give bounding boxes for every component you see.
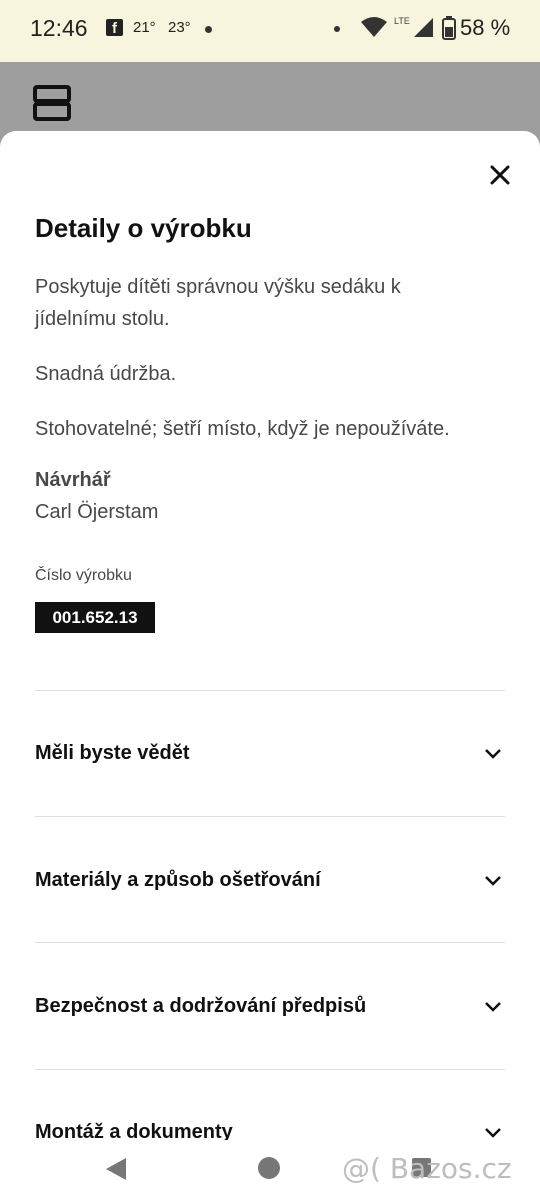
notification-dot-icon [205, 26, 212, 33]
notification-dot-icon [334, 26, 340, 32]
storage-icon [33, 85, 71, 121]
chevron-down-icon [485, 1128, 501, 1138]
divider [35, 1069, 505, 1070]
accordion-label: Měli byste vědět [35, 741, 190, 764]
divider [35, 690, 505, 691]
product-details-sheet: Detaily o výrobku Poskytuje dítěti správ… [0, 131, 540, 1140]
divider [35, 816, 505, 817]
article-number-badge: 001.652.13 [35, 602, 155, 633]
article-number-label: Číslo výrobku [35, 567, 132, 584]
temperature-2: 23° [168, 19, 191, 36]
sheet-title: Detaily o výrobku [35, 213, 252, 243]
battery-icon [442, 16, 456, 40]
battery-percent: 58 % [460, 15, 511, 40]
system-navigation-bar: @( Bazos.cz [0, 1140, 540, 1200]
accordion-label: Montáž a dokumenty [35, 1120, 233, 1141]
accordion-safety-compliance[interactable]: Bezpečnost a dodržování předpisů [35, 976, 505, 1036]
accordion-label: Bezpečnost a dodržování předpisů [35, 994, 367, 1017]
accordion-assembly-documents[interactable]: Montáž a dokumenty [35, 1102, 505, 1140]
chevron-down-icon [485, 749, 501, 759]
accordion-materials-care[interactable]: Materiály a způsob ošetřování [35, 850, 505, 910]
network-type-label: LTE [394, 16, 410, 26]
back-icon[interactable] [104, 1156, 128, 1182]
designer-name: Carl Öjerstam [35, 501, 159, 523]
home-icon[interactable] [258, 1157, 280, 1179]
facebook-icon: f [106, 19, 123, 37]
divider [35, 942, 505, 943]
accordion-good-to-know[interactable]: Měli byste vědět [35, 723, 505, 783]
status-bar: 12:46 f 21° 23° LTE 58 % [0, 0, 540, 62]
close-icon[interactable] [484, 159, 516, 191]
wifi-icon [361, 17, 387, 37]
chevron-down-icon [485, 1002, 501, 1012]
cell-signal-icon [414, 18, 433, 37]
description-paragraph: Snadná údržba. [35, 363, 177, 385]
description-paragraph: Poskytuje dítěti správnou výšku sedáku k… [35, 276, 401, 330]
accordion-label: Materiály a způsob ošetřování [35, 868, 321, 891]
chevron-down-icon [485, 876, 501, 886]
description-paragraph: Stohovatelné; šetří místo, když je nepou… [35, 418, 450, 440]
designer-label: Návrhář [35, 469, 111, 491]
watermark: @( Bazos.cz [342, 1152, 512, 1185]
temperature-1: 21° [133, 19, 156, 36]
status-time: 12:46 [30, 15, 88, 41]
